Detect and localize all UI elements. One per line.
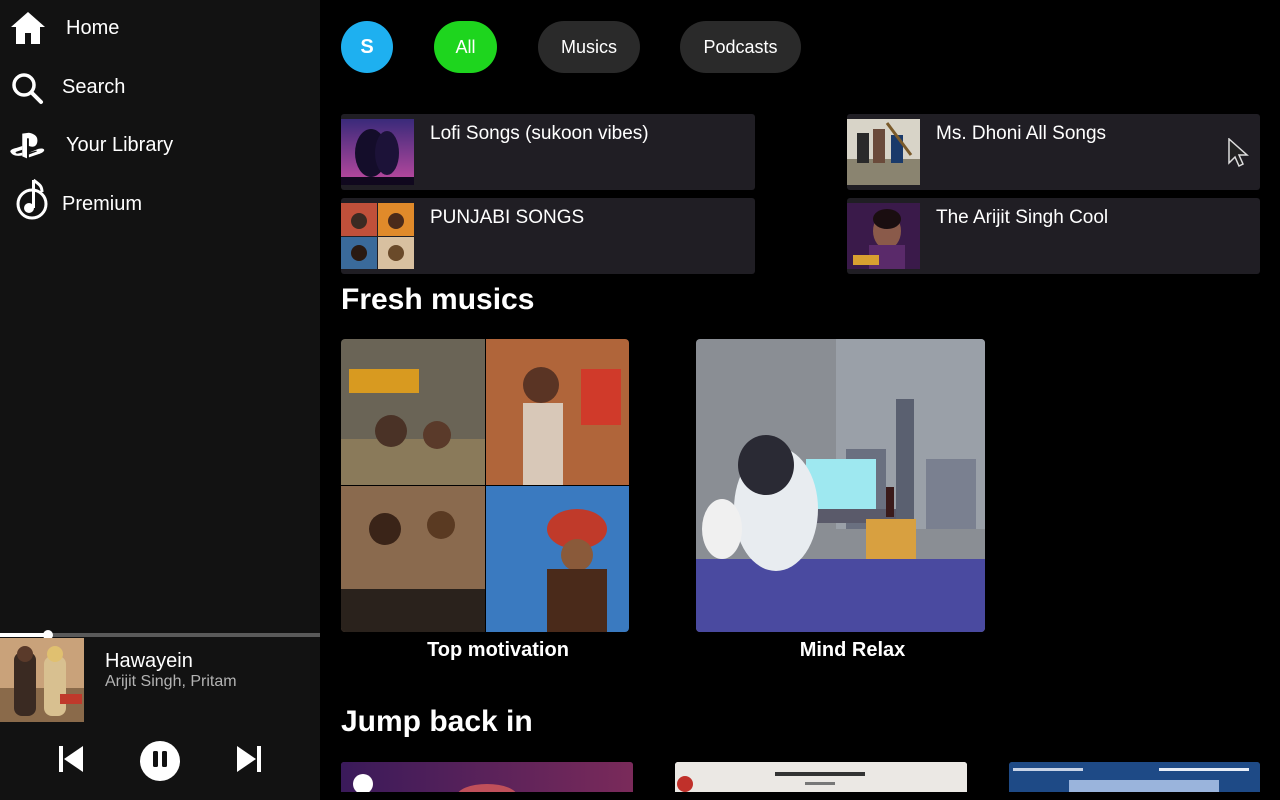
quick-pick-label: Ms. Dhoni All Songs [936,123,1107,144]
playlist-card[interactable]: Mind Relax [696,339,985,661]
now-playing-title: Hawayein [105,650,193,672]
previous-button[interactable] [56,745,86,777]
quick-pick-item[interactable]: Ms. Dhoni All Songs [847,114,1260,190]
nav-your-library-label: Your Library [66,133,174,156]
nav-search-label: Search [62,75,126,98]
nav-home-label: Home [66,16,120,39]
nav-your-library[interactable]: Your Library [0,120,320,170]
now-playing-album-art [0,638,84,722]
mouse-cursor-icon [1228,137,1250,173]
home-icon [10,10,46,46]
pause-icon [152,750,168,773]
playlist-card-art [696,339,985,632]
playback-progress-fill [0,633,48,637]
pause-button[interactable] [140,741,180,781]
skip-next-icon [235,744,263,779]
nav-search[interactable]: Search [0,62,320,112]
playlist-card[interactable]: Top motivation [341,339,629,661]
quick-pick-item[interactable]: Lofi Songs (sukoon vibes) [341,114,755,190]
jump-back-card[interactable] [1009,762,1260,792]
playlist-card-art [341,339,629,632]
jump-back-card[interactable] [341,762,633,792]
nav-premium-label: Premium [62,192,143,215]
playback-progress[interactable] [0,630,320,640]
now-playing-bar: Hawayein Arijit Singh, Pritam [0,630,320,800]
nav-premium[interactable]: Premium [0,178,320,229]
nav-home[interactable]: Home [0,3,320,53]
quick-pick-item[interactable]: The Arijit Singh Cool [847,198,1260,274]
now-playing-artist: Arijit Singh, Pritam [105,673,237,690]
playlist-cover [341,203,414,269]
playlist-cover [847,203,920,269]
playlist-card-caption: Top motivation [427,639,569,661]
jump-back-card[interactable] [675,762,967,792]
playlist-cover [341,119,414,185]
quick-pick-item[interactable]: PUNJABI SONGS [341,198,755,274]
search-icon [9,70,45,106]
playlist-cover [847,119,920,185]
quick-pick-label: The Arijit Singh Cool [936,207,1109,228]
music-note-icon [14,178,50,220]
filter-chip-musics[interactable]: Musics [538,21,640,73]
playlist-card-caption: Mind Relax [799,639,906,661]
filter-chip-podcasts[interactable]: Podcasts [680,21,801,73]
next-button[interactable] [234,745,264,777]
quick-pick-label: Lofi Songs (sukoon vibes) [430,123,649,144]
section-title-jump-back: Jump back in [341,705,533,738]
playstation-icon [9,128,45,164]
quick-pick-label: PUNJABI SONGS [430,207,585,228]
main-content: S All Musics Podcasts Lofi Songs (sukoon… [320,0,1280,800]
filter-chip-all[interactable]: All [434,21,497,73]
section-title-fresh: Fresh musics [341,283,535,316]
user-avatar[interactable]: S [341,21,393,73]
sidebar: Home Search Your Library Premium Hawayei… [0,0,320,800]
skip-previous-icon [57,744,85,779]
